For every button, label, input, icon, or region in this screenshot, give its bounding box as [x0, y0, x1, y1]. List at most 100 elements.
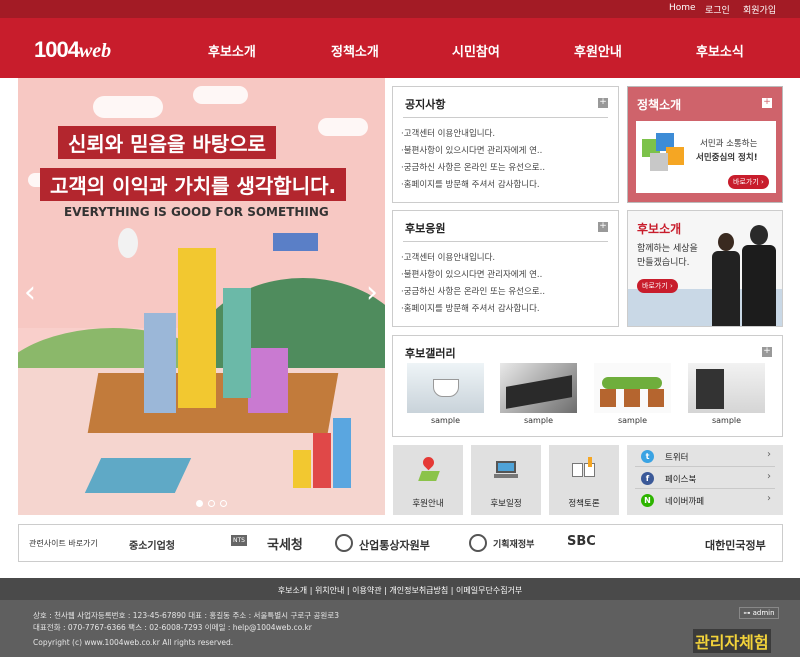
chevron-right-icon: › [767, 449, 771, 460]
book-icon [572, 457, 596, 481]
hero-next-button[interactable]: › [366, 278, 378, 308]
tablet-shape [84, 458, 192, 493]
notice-item[interactable]: ·고객센터 이용안내입니다. [401, 127, 495, 139]
plus-icon[interactable]: + [598, 98, 608, 108]
hero-slider: 신뢰와 믿음을 바탕으로 고객의 이익과 가치를 생각합니다. EVERYTHI… [18, 78, 385, 515]
site-link-korea-gov[interactable]: 대한민국정부 [705, 537, 766, 553]
bar-shape [293, 450, 311, 488]
sns-label: 네이버까페 [665, 497, 705, 507]
building-shape [178, 248, 216, 408]
policy-card[interactable]: 정책소개 + 서민과 소통하는 서민중심의 정치! 바로가기 › [627, 86, 783, 203]
gallery-thumb-coffee[interactable] [407, 363, 484, 413]
related-sites-bar: 관련사이트 바로가기 중소기업청 NTS 국세청 산업통상자원부 기획재정부 S… [18, 524, 783, 562]
plus-icon[interactable]: + [762, 98, 772, 108]
site-link-nts[interactable]: 국세청 [267, 534, 303, 553]
gallery-caption[interactable]: sample [407, 416, 484, 425]
lightbulb-shape [118, 228, 138, 258]
notice-item[interactable]: ·홈페이지를 방문해 주셔서 감사합니다. [401, 178, 540, 190]
sns-twitter[interactable]: t 트위터 › [635, 447, 775, 467]
nav-item-candidate[interactable]: 후보소개 [208, 41, 256, 60]
site-link-mosf[interactable]: 기획재정부 [493, 537, 534, 550]
building-shape [144, 313, 176, 413]
support-title: 후보응원 [405, 222, 446, 235]
admin-login-button[interactable]: ⊶ admin [739, 607, 779, 619]
promo-line-2: 만들겠습니다. [637, 258, 690, 268]
gov-emblem-icon [469, 534, 487, 552]
nav-item-donation[interactable]: 후원안내 [574, 41, 622, 60]
admin-trial-label[interactable]: 관리자체험 [693, 629, 771, 653]
sns-naver-cafe[interactable]: N 네이버까페 › [635, 491, 775, 511]
support-box: 후보응원 + ·고객센터 이용안내입니다. ·불편사항이 있으시다면 관리자에게… [392, 210, 619, 327]
footer-contact-info: 대표전화 : 070-7767-6366 팩스 : 02-6008-7293 이… [33, 623, 312, 632]
join-link[interactable]: 회원가입 [743, 3, 776, 16]
twitter-icon: t [641, 450, 654, 463]
support-item[interactable]: ·불편사항이 있으시다면 관리자에게 연.. [401, 268, 542, 280]
quick-schedule-button[interactable]: 후보일정 [471, 445, 541, 515]
nts-badge: NTS [231, 535, 247, 546]
candidate-promo-card[interactable]: 후보소개 함께하는 세상을 만들겠습니다. 바로가기 › [627, 210, 783, 327]
chevron-right-icon: › [767, 493, 771, 504]
gallery-thumb-plants[interactable] [594, 363, 671, 413]
site-link-smba[interactable]: 중소기업청 [129, 537, 175, 552]
divider [403, 117, 608, 118]
slide-dot-2[interactable] [208, 500, 215, 507]
cloud-shape [318, 118, 368, 136]
policy-go-button[interactable]: 바로가기 › [728, 175, 769, 189]
nav-item-news[interactable]: 후보소식 [696, 41, 744, 60]
support-item[interactable]: ·고객센터 이용안내입니다. [401, 251, 495, 263]
gallery-thumb-laptop[interactable] [688, 363, 765, 413]
quick-donation-button[interactable]: 후원안내 [393, 445, 463, 515]
hero-slogan: EVERYTHING IS GOOD FOR SOMETHING [64, 205, 329, 219]
gallery-caption[interactable]: sample [500, 416, 577, 425]
map-pin-icon [416, 454, 440, 481]
support-item[interactable]: ·궁금하신 사항은 온라인 또는 유선으로.. [401, 285, 545, 297]
quick-debate-button[interactable]: 정책토론 [549, 445, 619, 515]
promo-line-1: 함께하는 세상을 [637, 244, 698, 254]
gallery-thumb-keyboard[interactable] [500, 363, 577, 413]
chevron-right-icon: › [767, 471, 771, 482]
site-link-sbc[interactable]: SBC [567, 534, 596, 549]
site-logo[interactable]: 1004web [34, 37, 111, 63]
gov-emblem-icon [335, 534, 353, 552]
plus-icon[interactable]: + [598, 222, 608, 232]
policy-line-1: 서민과 소통하는 [700, 139, 758, 149]
naver-icon: N [641, 494, 654, 507]
footer-company-info: 상호 : 천사웹 사업자등록번호 : 123-45-67890 대표 : 홍길동… [33, 611, 339, 620]
arrow-shape [273, 233, 318, 251]
site-link-motie[interactable]: 산업통상자원부 [359, 537, 430, 553]
footer-copyright: Copyright (c) www.1004web.co.kr All righ… [33, 638, 234, 647]
support-item[interactable]: ·홈페이지를 방문해 주셔서 감사합니다. [401, 302, 540, 314]
footer-menu-links[interactable]: 후보소개 | 위치안내 | 이용약관 | 개인정보취급방침 | 이메일무단수집거… [278, 586, 523, 595]
notice-item[interactable]: ·궁금하신 사항은 온라인 또는 유선으로.. [401, 161, 545, 173]
candidate-photo-woman [710, 233, 740, 326]
gallery-caption[interactable]: sample [688, 416, 765, 425]
gallery-caption[interactable]: sample [594, 416, 671, 425]
policy-inner: 서민과 소통하는 서민중심의 정치! 바로가기 › [636, 121, 776, 193]
hero-prev-button[interactable]: ‹ [24, 278, 36, 308]
slide-dot-3[interactable] [220, 500, 227, 507]
nav-item-participation[interactable]: 시민참여 [452, 41, 500, 60]
policy-line-2: 서민중심의 정치! [696, 153, 758, 163]
notice-box: 공지사항 + ·고객센터 이용안내입니다. ·불편사항이 있으시다면 관리자에게… [392, 86, 619, 203]
sns-label: 페이스북 [665, 475, 697, 485]
home-link[interactable]: Home [669, 3, 696, 13]
sns-facebook[interactable]: f 페이스북 › [635, 469, 775, 489]
building-shape [248, 348, 288, 413]
sns-label: 트위터 [665, 453, 689, 463]
slide-dot-1[interactable] [196, 500, 203, 507]
promo-go-button[interactable]: 바로가기 › [637, 279, 678, 293]
nav-item-policy[interactable]: 정책소개 [331, 41, 379, 60]
candidate-photo-man [740, 225, 778, 326]
facebook-icon: f [641, 472, 654, 485]
footer-menu: 후보소개 | 위치안내 | 이용약관 | 개인정보취급방침 | 이메일무단수집거… [0, 578, 800, 600]
hero-headline-1: 신뢰와 믿음을 바탕으로 [58, 126, 276, 159]
bar-shape [313, 433, 331, 488]
quick-label: 후보일정 [490, 499, 522, 509]
sns-links: t 트위터 › f 페이스북 › N 네이버까페 › [627, 445, 783, 515]
cloud-shape [93, 96, 163, 118]
login-link[interactable]: 로그인 [705, 3, 730, 16]
plus-icon[interactable]: + [762, 347, 772, 357]
main-navigation: 1004web 후보소개 정책소개 시민참여 후원안내 후보소식 [0, 18, 800, 78]
hero-headline-2: 고객의 이익과 가치를 생각합니다. [40, 168, 347, 201]
notice-item[interactable]: ·불편사항이 있으시다면 관리자에게 연.. [401, 144, 542, 156]
